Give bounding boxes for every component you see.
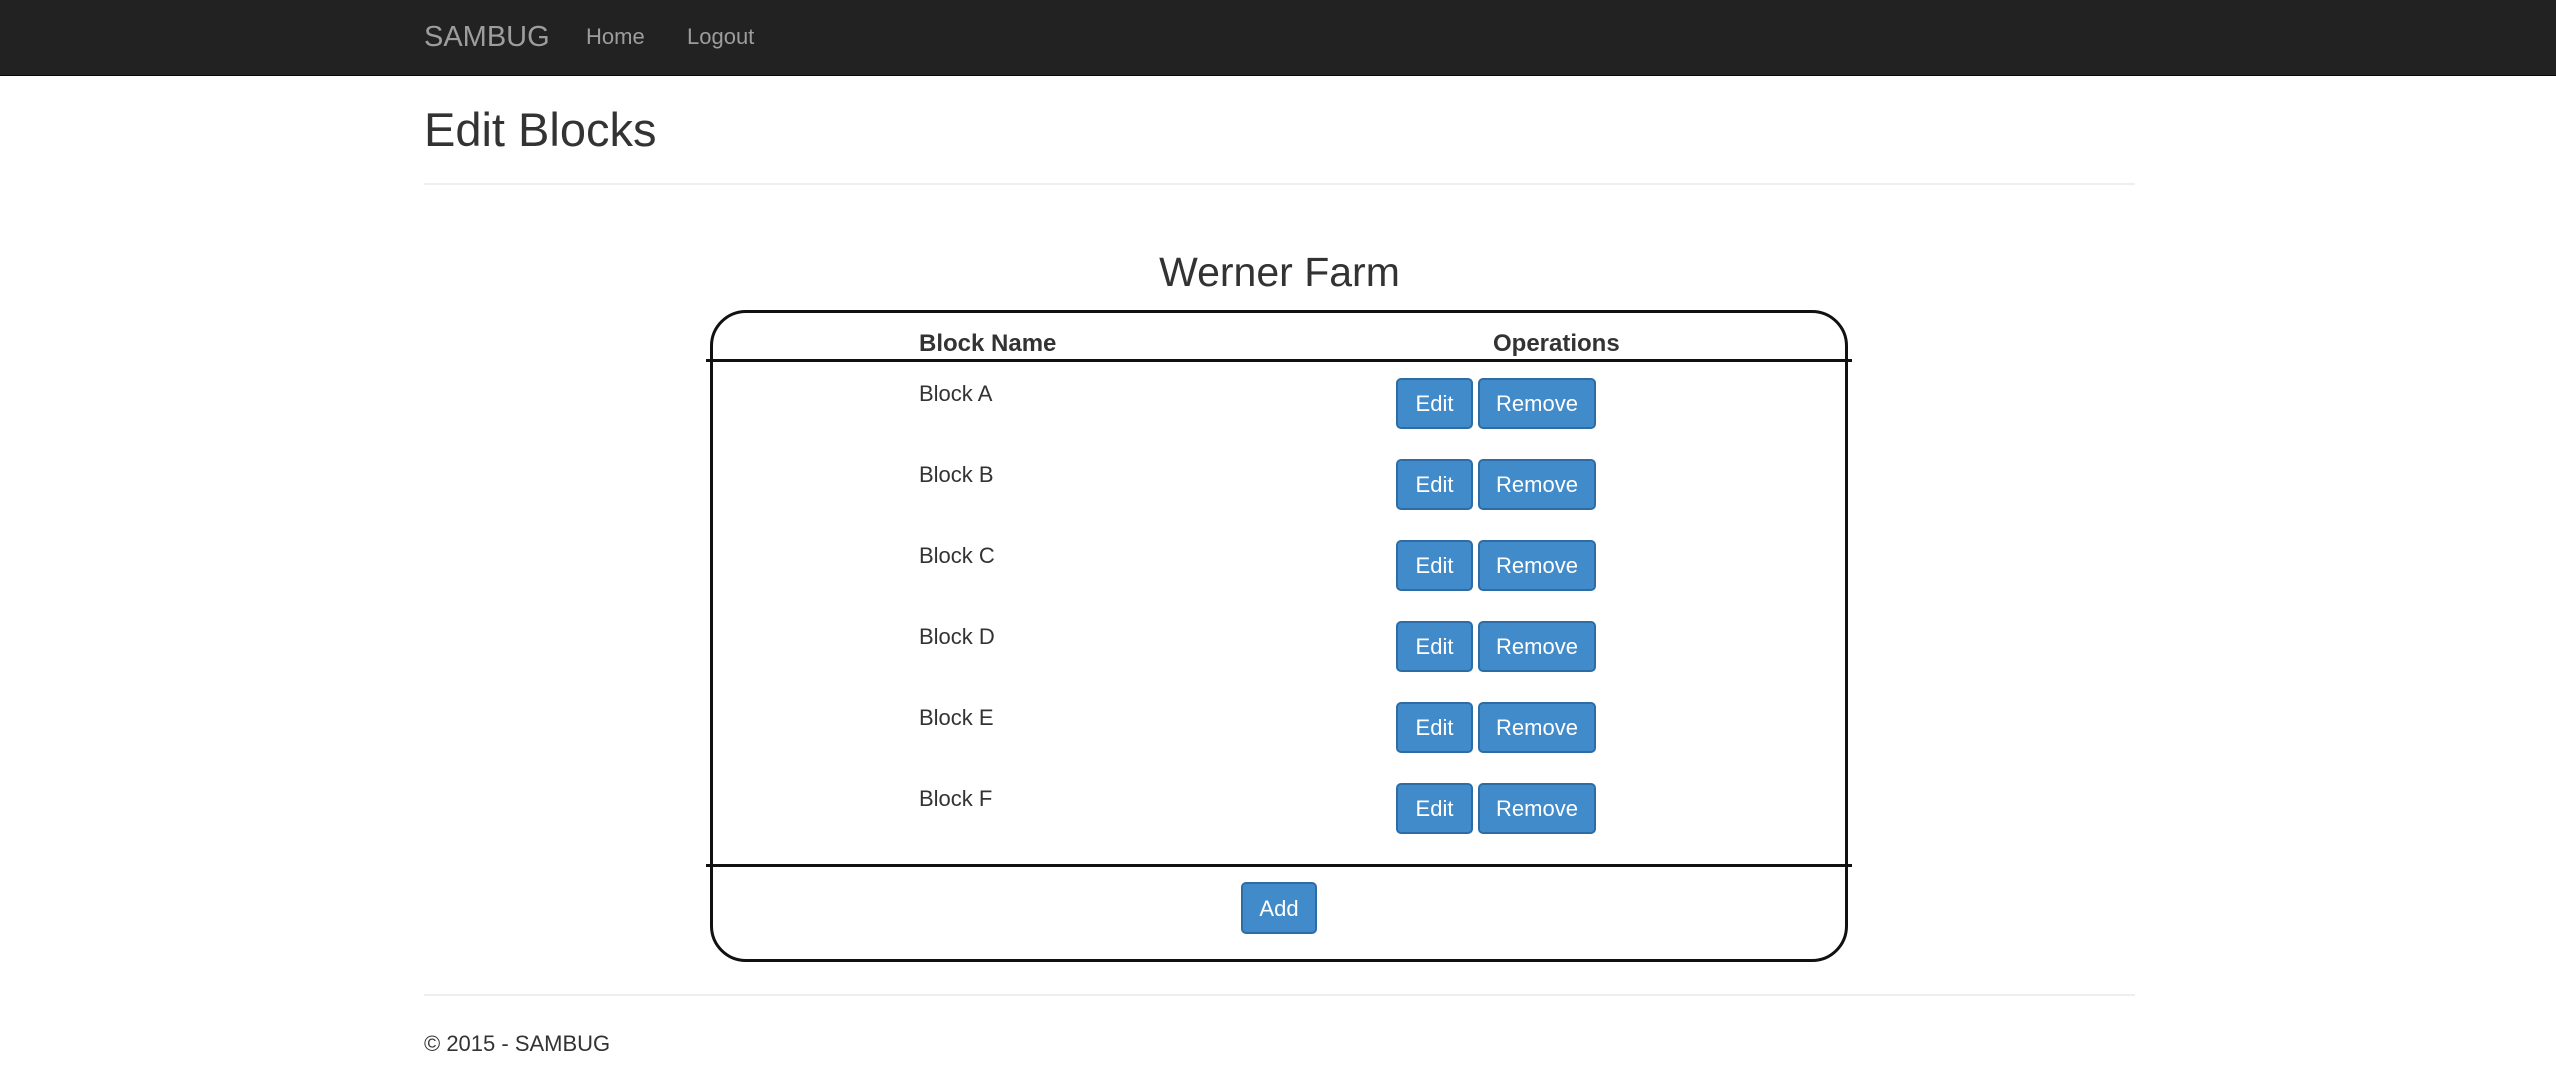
remove-block-button[interactable]: Remove xyxy=(1478,783,1596,834)
page-title: Edit Blocks xyxy=(424,103,657,156)
block-name-cell: Block D xyxy=(919,624,995,649)
brand-link[interactable]: SAMBUG xyxy=(424,21,550,53)
edit-block-button[interactable]: Edit xyxy=(1396,702,1473,753)
edit-block-button[interactable]: Edit xyxy=(1396,783,1473,834)
column-header-block-name: Block Name xyxy=(919,330,1057,357)
farm-name: Werner Farm xyxy=(1159,249,1400,295)
remove-block-button[interactable]: Remove xyxy=(1478,459,1596,510)
nav-logout-link[interactable]: Logout xyxy=(687,25,754,49)
divider-bottom xyxy=(424,994,2135,996)
edit-block-button[interactable]: Edit xyxy=(1396,621,1473,672)
remove-block-button[interactable]: Remove xyxy=(1478,702,1596,753)
block-name-cell: Block C xyxy=(919,543,995,568)
remove-block-button[interactable]: Remove xyxy=(1478,378,1596,429)
block-name-cell: Block B xyxy=(919,462,994,487)
divider-top xyxy=(424,183,2135,185)
navbar: SAMBUG Home Logout xyxy=(0,0,2556,76)
table-header-rule xyxy=(706,359,1852,362)
edit-block-button[interactable]: Edit xyxy=(1396,378,1473,429)
table-footer-rule xyxy=(706,864,1852,867)
remove-block-button[interactable]: Remove xyxy=(1478,540,1596,591)
add-block-button[interactable]: Add xyxy=(1241,882,1317,934)
block-name-cell: Block F xyxy=(919,786,993,811)
nav-home-link[interactable]: Home xyxy=(586,25,645,49)
remove-block-button[interactable]: Remove xyxy=(1478,621,1596,672)
column-header-operations: Operations xyxy=(1493,330,1620,357)
footer-copyright: © 2015 - SAMBUG xyxy=(424,1031,611,1056)
edit-block-button[interactable]: Edit xyxy=(1396,459,1473,510)
block-name-cell: Block E xyxy=(919,705,994,730)
edit-block-button[interactable]: Edit xyxy=(1396,540,1473,591)
block-name-cell: Block A xyxy=(919,381,993,406)
